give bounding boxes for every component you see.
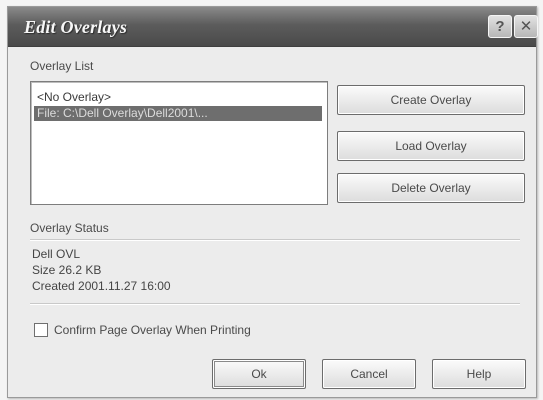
help-button[interactable]: Help [432,359,526,389]
overlay-status-label: Overlay Status [30,221,109,235]
title-bar: Edit Overlays ? ✕ [8,7,538,47]
close-icon[interactable]: ✕ [514,15,538,38]
status-name: Dell OVL [32,247,81,261]
status-created: Created 2001.11.27 16:00 [32,279,171,293]
confirm-overlay-checkbox[interactable] [34,323,48,337]
overlay-list[interactable]: <No Overlay> File: C:\Dell Overlay\Dell2… [30,81,328,205]
status-divider [30,239,520,241]
list-item-no-overlay[interactable]: <No Overlay> [34,90,111,105]
status-size: Size 26.2 KB [32,263,102,277]
create-overlay-button[interactable]: Create Overlay [337,85,525,115]
load-overlay-button[interactable]: Load Overlay [337,131,525,161]
confirm-overlay-label[interactable]: Confirm Page Overlay When Printing [54,323,251,337]
dialog-title: Edit Overlays [24,17,128,37]
cancel-button[interactable]: Cancel [322,359,416,389]
delete-overlay-button[interactable]: Delete Overlay [337,173,525,203]
overlay-list-label: Overlay List [30,59,94,73]
help-icon[interactable]: ? [488,15,512,38]
list-item-dell-overlay[interactable]: File: C:\Dell Overlay\Dell2001\... [34,106,322,121]
edit-overlays-dialog: Edit Overlays ? ✕ Overlay List <No Overl… [7,6,538,398]
checkbox-divider [30,303,520,305]
ok-button[interactable]: Ok [212,359,306,389]
